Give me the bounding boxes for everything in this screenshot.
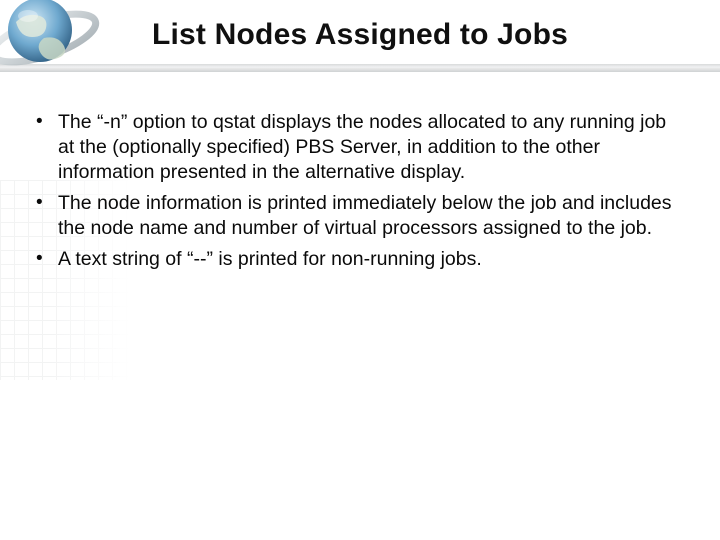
bullet-list: The “-n” option to qstat displays the no… bbox=[30, 110, 680, 272]
title-container: List Nodes Assigned to Jobs bbox=[0, 18, 720, 52]
body-content: The “-n” option to qstat displays the no… bbox=[30, 110, 680, 278]
title-divider bbox=[0, 64, 720, 72]
list-item: The node information is printed immediat… bbox=[30, 191, 680, 241]
slide-title: List Nodes Assigned to Jobs bbox=[152, 18, 568, 51]
list-item: A text string of “--” is printed for non… bbox=[30, 247, 680, 272]
list-item: The “-n” option to qstat displays the no… bbox=[30, 110, 680, 185]
